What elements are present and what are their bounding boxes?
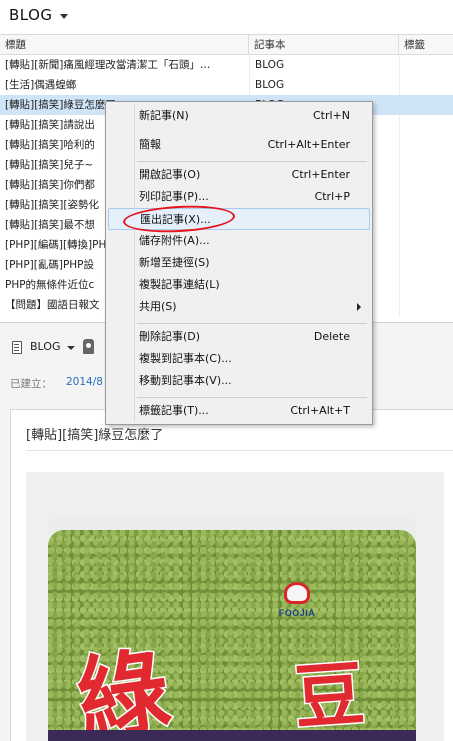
menu-item-shortcut: Ctrl+Alt+T (290, 404, 350, 417)
note-editor[interactable]: [轉貼][搞笑]綠豆怎麼了 FOOJIA 綠 豆 (10, 409, 453, 741)
menu-item-shortcut: Ctrl+P (314, 190, 350, 203)
logo-text: FOOJIA (278, 608, 316, 618)
menu-item-label: 簡報 (139, 138, 161, 151)
menu-item-print-note[interactable]: 列印記事(P)... Ctrl+P (108, 186, 370, 208)
menu-item-label: 共用(S) (139, 300, 177, 313)
menu-item-add-shortcut[interactable]: 新增至捷徑(S) (108, 252, 370, 274)
menu-item-label: 移動到記事本(V)... (139, 374, 232, 387)
package-glyph-1: 綠 (68, 635, 177, 741)
menu-item-label: 刪除記事(D) (139, 330, 201, 343)
package-glyph-2: 豆 (290, 650, 369, 741)
menu-item-label: 新記事(N) (139, 109, 189, 122)
note-notebook-selector[interactable]: BLOG (30, 340, 60, 353)
menu-item-label: 儲存附件(A)... (139, 234, 210, 247)
context-menu: 新記事(N) Ctrl+N 簡報 Ctrl+Alt+Enter 開啟記事(O) Ctr… (105, 101, 373, 425)
menu-item-label: 複製到記事本(C)... (139, 352, 232, 365)
created-label: 已建立： (10, 378, 52, 390)
menu-item-shortcut: Delete (313, 330, 350, 343)
row-notebook: BLOG (255, 79, 285, 91)
column-header-title[interactable]: 標題 (0, 35, 249, 55)
menu-item-label: 標籤記事(T)... (139, 404, 209, 417)
menu-item-label: 複製記事連結(L) (139, 278, 220, 291)
menu-item-tag-note[interactable]: 標籤記事(T)... Ctrl+Alt+T (108, 400, 370, 422)
menu-item-copy-note-link[interactable]: 複製記事連結(L) (108, 274, 370, 296)
menu-item-label: 列印記事(P)... (139, 190, 209, 203)
chevron-right-icon (357, 303, 361, 311)
column-header-tags[interactable]: 標籤 (399, 35, 453, 55)
table-row[interactable]: [轉貼][新聞]痛風經理改當清潔工「石頭」… BLOG (0, 55, 453, 75)
menu-item-shortcut: Ctrl+N (312, 109, 350, 122)
table-header: 標題 記事本 標籤 (0, 35, 453, 55)
logo-emblem (284, 582, 310, 604)
menu-item-copy-to-notebook[interactable]: 複製到記事本(C)... (108, 348, 370, 370)
notebook-icon (12, 341, 22, 354)
menu-item-label: 開啟記事(O) (139, 168, 201, 181)
chevron-down-icon[interactable] (67, 346, 75, 350)
column-header-notebook[interactable]: 記事本 (249, 35, 399, 55)
menu-item-move-to-notebook[interactable]: 移動到記事本(V)... (108, 370, 370, 392)
notebook-title[interactable]: BLOG (9, 6, 53, 24)
brand-logo: FOOJIA (270, 580, 324, 624)
row-title: [生活]偶遇蝗螂 (5, 79, 77, 91)
created-date[interactable]: 2014/8 (66, 376, 103, 388)
mung-bean-bag-image: FOOJIA 綠 豆 (26, 472, 444, 741)
menu-separator (137, 397, 367, 398)
menu-item-label: 新增至捷徑(S) (139, 256, 210, 269)
menu-item-shortcut: Ctrl+Alt+Enter (267, 138, 350, 151)
menu-item-shortcut: Ctrl+Enter (291, 168, 350, 181)
notebook-header: BLOG (0, 0, 453, 34)
menu-item-presentation[interactable]: 簡報 Ctrl+Alt+Enter (108, 134, 370, 156)
row-notebook: BLOG (255, 59, 285, 71)
menu-item-save-attachments[interactable]: 儲存附件(A)... (108, 230, 370, 252)
menu-separator (137, 323, 367, 324)
title-divider (26, 450, 453, 451)
menu-item-new-note[interactable]: 新記事(N) Ctrl+N (108, 105, 370, 127)
package-stripe (48, 730, 416, 741)
note-title[interactable]: [轉貼][搞笑]綠豆怎麼了 (26, 424, 163, 443)
table-row[interactable]: [生活]偶遇蝗螂 BLOG (0, 75, 453, 95)
menu-item-share[interactable]: 共用(S) (108, 296, 370, 318)
lock-icon[interactable] (83, 339, 94, 354)
menu-separator (137, 161, 367, 162)
menu-item-open-note[interactable]: 開啟記事(O) Ctrl+Enter (108, 164, 370, 186)
menu-item-delete-note[interactable]: 刪除記事(D) Delete (108, 326, 370, 348)
row-title: [轉貼][新聞]痛風經理改當清潔工「石頭」… (5, 59, 211, 71)
chevron-down-icon[interactable] (60, 14, 68, 19)
